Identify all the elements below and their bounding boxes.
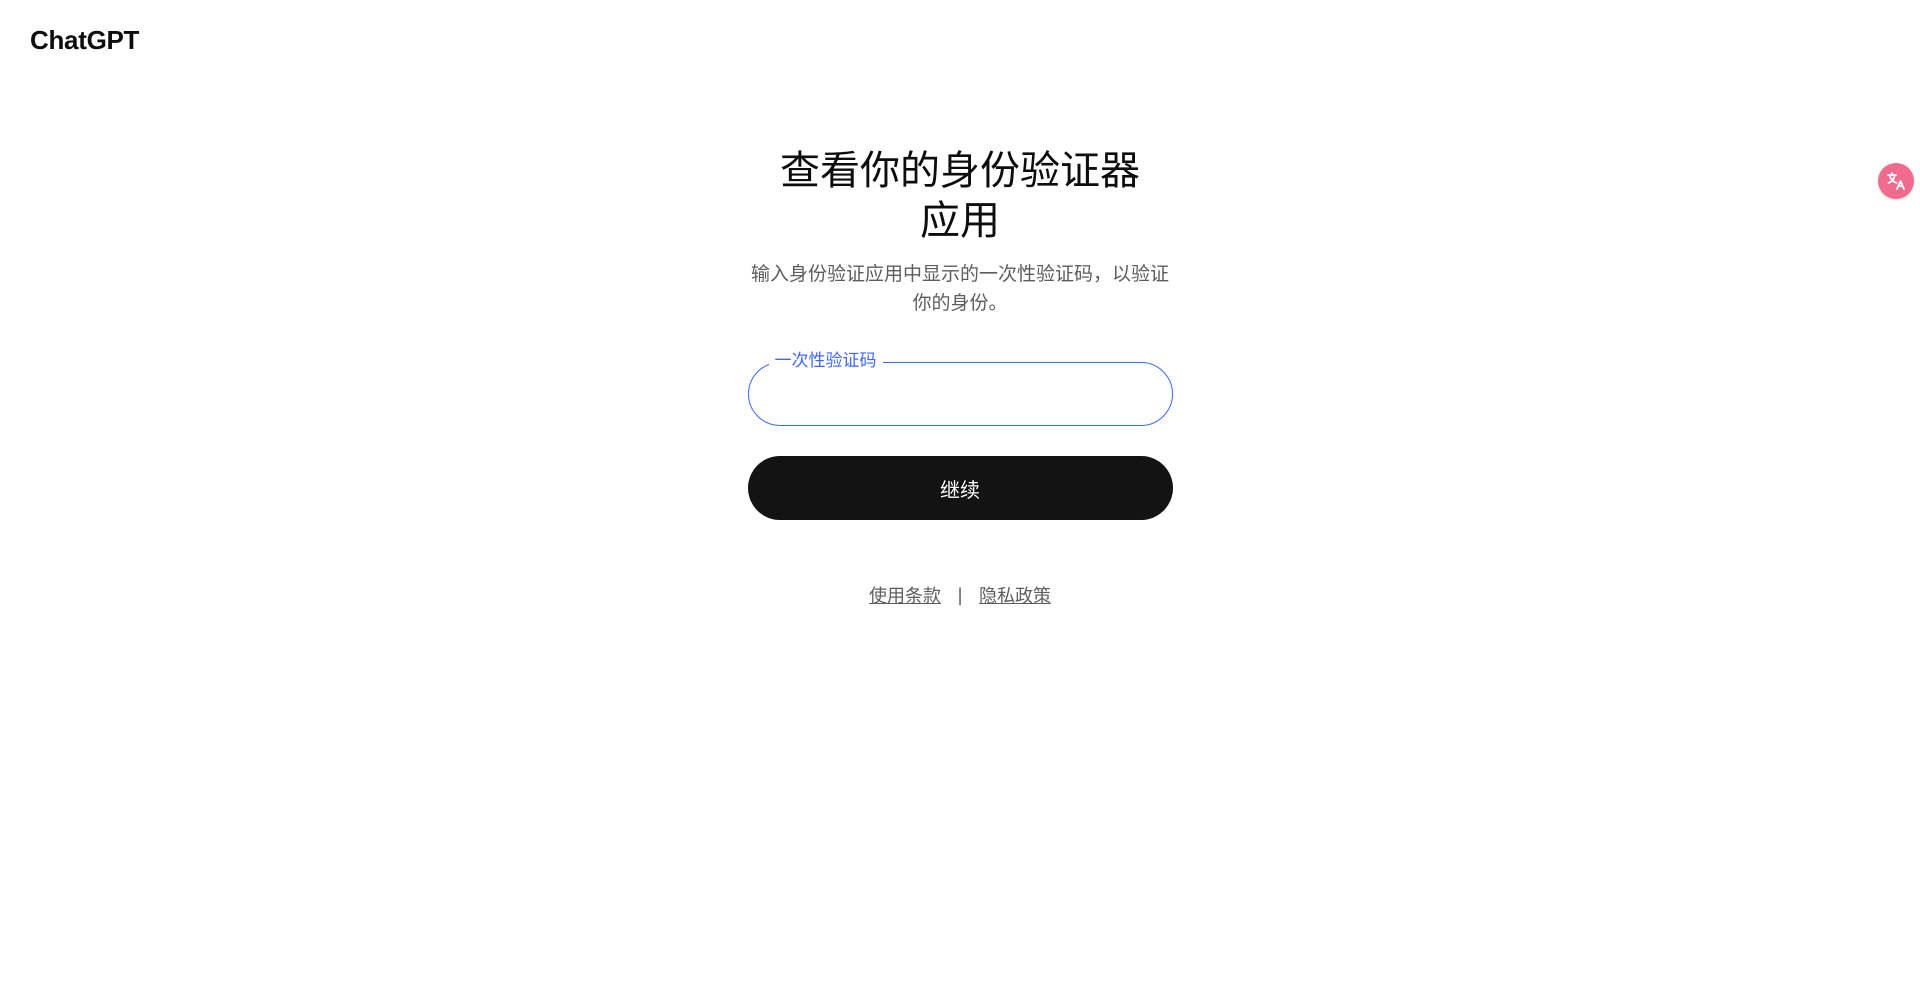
footer-links: 使用条款 | 隐私政策 <box>869 582 1051 608</box>
one-time-code-input[interactable] <box>772 379 1148 411</box>
continue-button[interactable]: 继续 <box>747 456 1173 520</box>
privacy-policy-link[interactable]: 隐私政策 <box>979 582 1051 608</box>
one-time-code-field[interactable]: 一次性验证码 <box>747 349 1173 426</box>
page-subtitle: 输入身份验证应用中显示的一次性验证码，以验证你的身份。 <box>750 263 1169 314</box>
footer-separator: | <box>956 584 964 606</box>
mfa-form-container: 查看你的身份验证器应用 输入身份验证应用中显示的一次性验证码，以验证你的身份。 … <box>0 146 1920 608</box>
login-page: ChatGPT 查看你的身份验证器应用 输入身份验证应用中显示的一次性验证码，以… <box>0 0 1920 989</box>
translate-icon <box>1887 172 1905 190</box>
terms-of-use-link[interactable]: 使用条款 <box>869 582 941 608</box>
chatgpt-logo[interactable]: ChatGPT <box>30 24 139 56</box>
one-time-code-label: 一次性验证码 <box>768 349 883 373</box>
page-title: 查看你的身份验证器应用 <box>780 148 1140 244</box>
translate-button[interactable] <box>1878 163 1914 199</box>
